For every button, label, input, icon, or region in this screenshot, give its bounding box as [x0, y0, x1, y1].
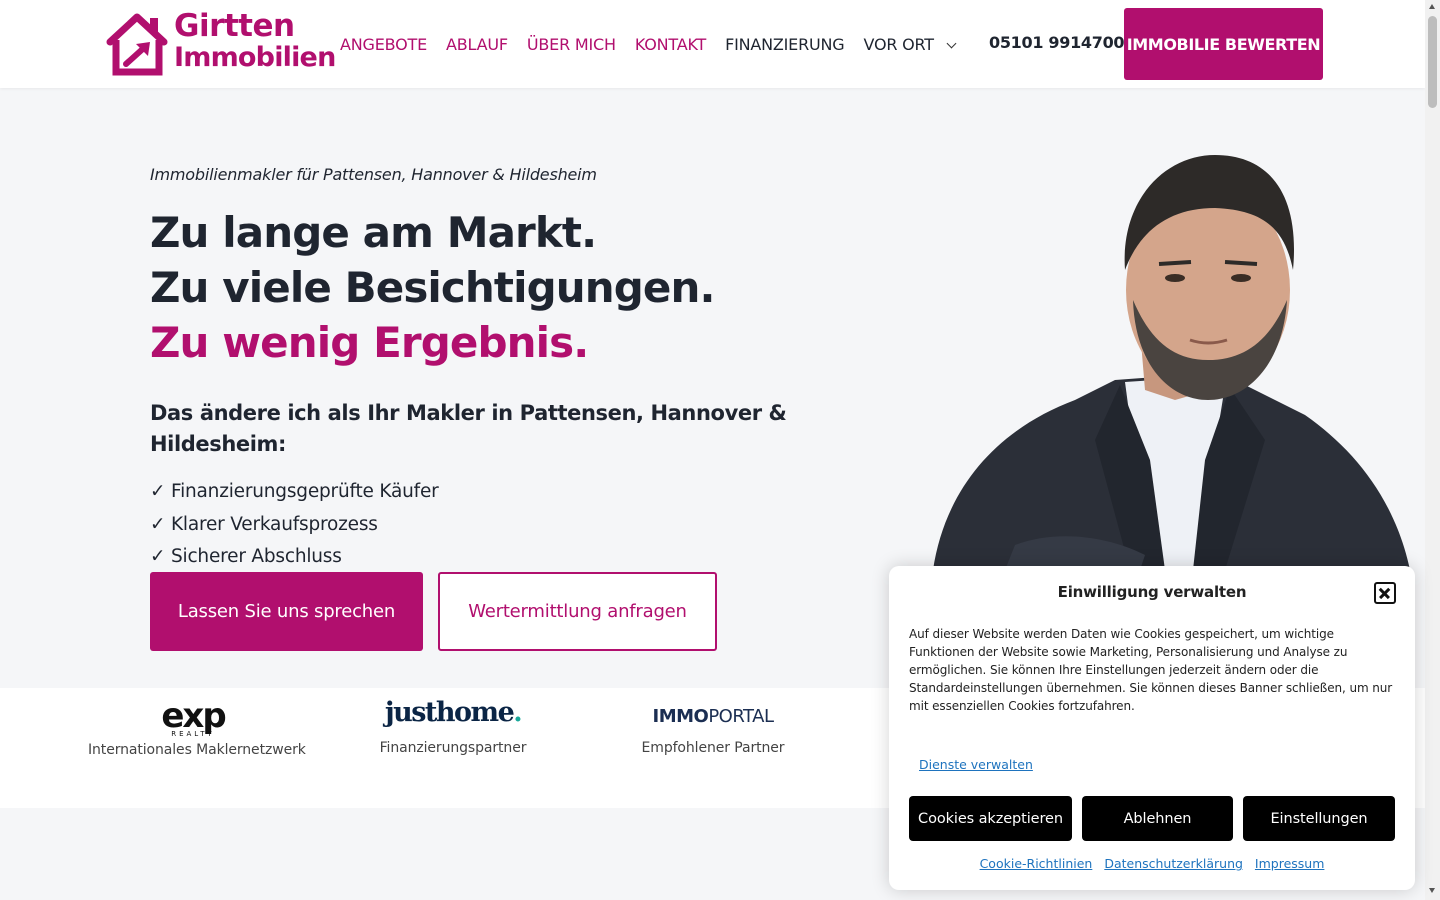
nav-item-finanzierung[interactable]: FINANZIERUNG: [725, 35, 845, 54]
partner-label: Empfohlener Partner: [641, 740, 785, 756]
immobilie-bewerten-button[interactable]: IMMOBILIE BEWERTEN: [1124, 8, 1323, 80]
scroll-down-arrow-icon[interactable]: [1429, 888, 1435, 893]
nav-item-ueber-mich[interactable]: ÜBER MICH: [527, 35, 616, 54]
house-logo-icon: [106, 13, 168, 76]
partner-immoportal[interactable]: IMMOPORTAL Empfohlener Partner: [632, 704, 794, 756]
logo-wordmark-line2: Immobilien: [174, 42, 336, 73]
partner-justhome[interactable]: justhome. Finanzierungspartner: [372, 698, 534, 757]
nav-item-vor-ort-label: VOR ORT: [863, 34, 934, 54]
exp-realty-logo-sub: REALTY: [171, 730, 215, 738]
cookie-settings-button[interactable]: Einstellungen: [1243, 796, 1395, 841]
agent-portrait-image: [933, 155, 1410, 570]
immoportal-logo-b: PORTAL: [708, 706, 774, 727]
valuation-request-button[interactable]: Wertermittlung anfragen: [438, 572, 717, 651]
cookie-dialog-links: Cookie-Richtlinien Datenschutzerklärung …: [889, 856, 1415, 871]
benefit-item: ✓ Klarer Verkaufsprozess: [150, 513, 378, 535]
cookie-dialog-text: Auf dieser Website werden Daten wie Cook…: [909, 627, 1393, 713]
hero-headline: Zu lange am Markt. Zu viele Besichtigung…: [150, 205, 715, 370]
scroll-up-arrow-icon[interactable]: [1429, 4, 1435, 9]
nav-item-kontakt[interactable]: KONTAKT: [635, 35, 706, 54]
immoportal-logo: IMMOPORTAL: [632, 704, 794, 730]
cookie-policy-link[interactable]: Cookie-Richtlinien: [980, 856, 1093, 871]
logo-wordmark-line1: Girtten: [174, 8, 295, 44]
imprint-link[interactable]: Impressum: [1255, 856, 1324, 871]
nav-item-angebote[interactable]: ANGEBOTE: [340, 35, 427, 54]
hero-subheadline: Das ändere ich als Ihr Makler in Pattens…: [150, 401, 787, 456]
contact-button[interactable]: Lassen Sie uns sprechen: [150, 572, 423, 651]
justhome-logo-dot: .: [513, 697, 522, 728]
privacy-policy-link[interactable]: Datenschutzerklärung: [1104, 856, 1243, 871]
site-header: Girtten Immobilien ANGEBOTE ABLAUF ÜBER …: [0, 0, 1425, 88]
exp-realty-logo: exp: [161, 696, 226, 736]
main-nav: ANGEBOTE ABLAUF ÜBER MICH KONTAKT FINANZ…: [340, 33, 974, 55]
partner-label: Internationales Maklernetzwerk: [88, 742, 306, 758]
justhome-logo-text: justhome: [384, 697, 515, 728]
partner-label: Finanzierungspartner: [379, 740, 527, 756]
nav-item-vor-ort[interactable]: VOR ORT: [863, 34, 957, 54]
immoportal-logo-a: IMMO: [652, 706, 709, 727]
headline-line-3: Zu wenig Ergebnis.: [150, 318, 589, 367]
phone-link[interactable]: 05101 9914700: [989, 33, 1125, 52]
accept-cookies-button[interactable]: Cookies akzeptieren: [909, 796, 1072, 841]
benefit-list: ✓ Finanzierungsgeprüfte Käufer ✓ Klarer …: [150, 476, 439, 574]
hero-tagline: Immobilienmakler für Pattensen, Hannover…: [150, 165, 597, 184]
headline-line-2: Zu viele Besichtigungen.: [150, 263, 715, 312]
nav-item-ablauf[interactable]: ABLAUF: [446, 35, 508, 54]
site-logo[interactable]: Girtten Immobilien: [104, 10, 336, 78]
benefit-item: ✓ Sicherer Abschluss: [150, 546, 342, 567]
cookie-dialog-title: Einwilligung verwalten: [1057, 583, 1247, 601]
headline-line-1: Zu lange am Markt.: [150, 208, 597, 257]
close-icon[interactable]: [1374, 582, 1396, 604]
benefit-item: ✓ Finanzierungsgeprüfte Käufer: [150, 481, 439, 502]
partner-exp[interactable]: exp REALTY Internationales Maklernetzwer…: [88, 696, 306, 758]
scrollbar-thumb[interactable]: [1428, 16, 1437, 108]
manage-services-link[interactable]: Dienste verwalten: [919, 757, 1033, 772]
cookie-consent-dialog: Einwilligung verwalten Auf dieser Websit…: [889, 566, 1415, 890]
justhome-logo: justhome.: [372, 698, 534, 728]
deny-cookies-button[interactable]: Ablehnen: [1082, 796, 1233, 841]
chevron-down-icon: [946, 38, 957, 48]
page-scrollbar[interactable]: [1425, 0, 1440, 900]
